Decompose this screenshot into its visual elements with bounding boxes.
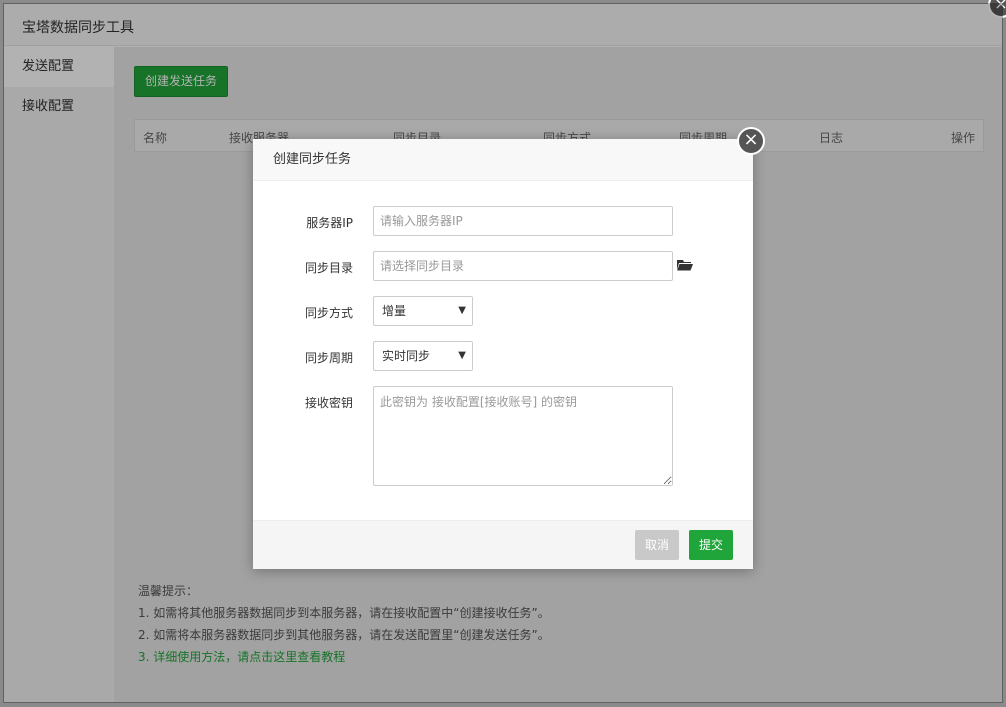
cancel-button[interactable]: 取消	[634, 530, 679, 560]
secret-key-textarea[interactable]	[373, 386, 673, 486]
modal-title: 创建同步任务	[253, 139, 753, 181]
secret-key-label: 接收密钥	[304, 396, 353, 410]
server-ip-label: 服务器IP	[306, 216, 353, 230]
sync-dir-label: 同步目录	[304, 261, 353, 275]
chevron-down-icon: ▼	[458, 350, 466, 361]
sync-mode-select[interactable]: 增量 ▼	[373, 296, 473, 326]
sync-period-label: 同步周期	[304, 351, 353, 365]
server-ip-input[interactable]	[373, 206, 673, 236]
folder-open-icon[interactable]	[677, 259, 693, 271]
create-sync-task-modal: 创建同步任务 × 服务器IP 同步目录 同步方式 增量 ▼ 同步周期 实时同步 …	[253, 127, 765, 569]
submit-button[interactable]: 提交	[688, 530, 733, 560]
sync-period-selected-value: 实时同步	[382, 349, 431, 363]
sync-mode-label: 同步方式	[304, 306, 353, 320]
chevron-down-icon: ▼	[458, 305, 466, 316]
sync-period-select[interactable]: 实时同步 ▼	[373, 341, 473, 371]
modal-close-icon[interactable]: ×	[737, 127, 765, 155]
modal-footer: 取消 提交	[253, 520, 753, 569]
sync-mode-selected-value: 增量	[382, 304, 407, 318]
sync-dir-input[interactable]	[373, 251, 673, 281]
